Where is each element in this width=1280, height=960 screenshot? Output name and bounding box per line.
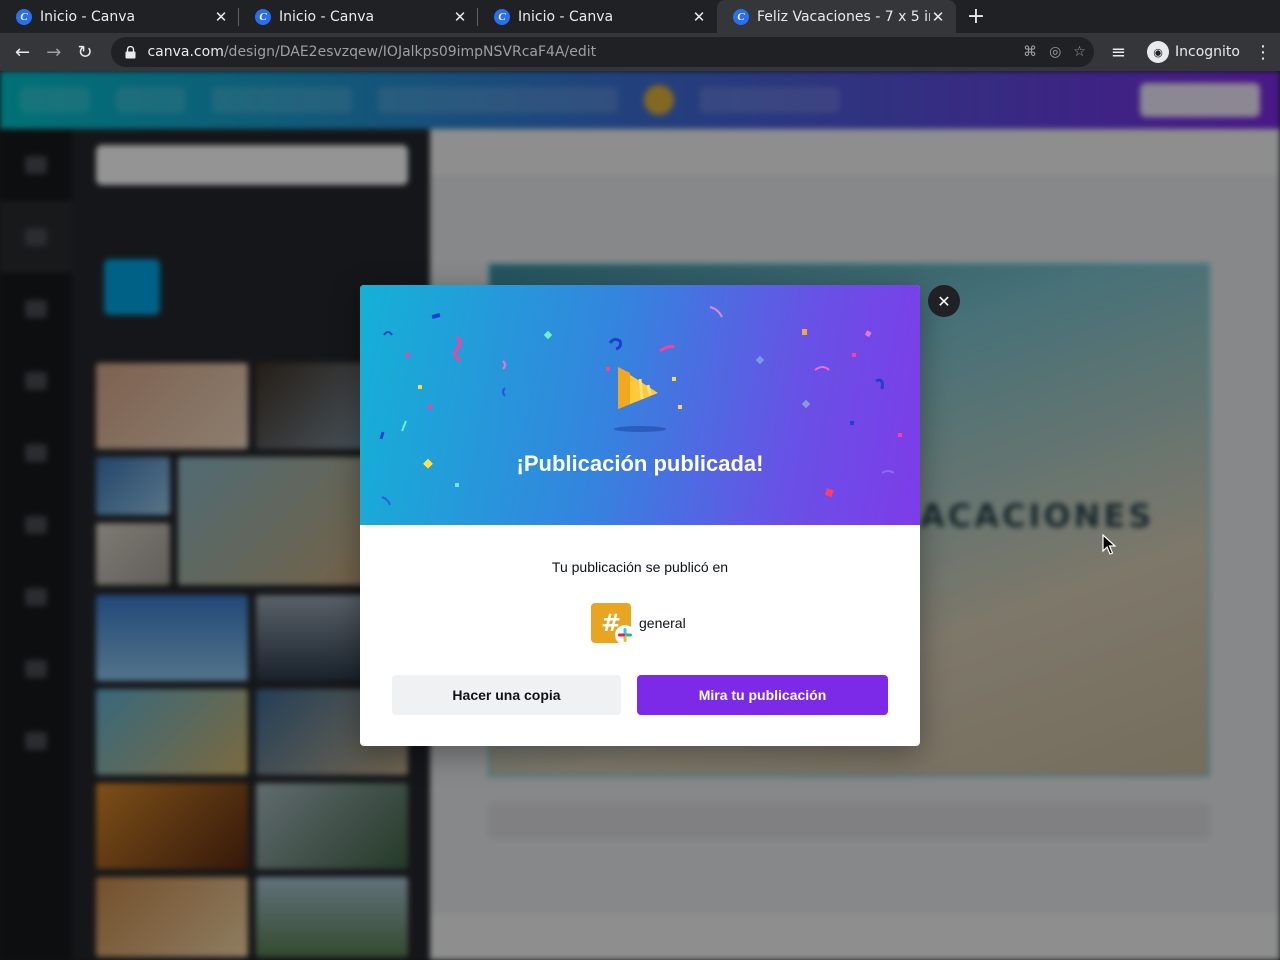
back-arrow-icon[interactable]: ← [8,37,37,67]
profile-label: Incognito [1175,44,1240,60]
tab-close-icon[interactable]: ✕ [930,8,946,26]
tab-title: Inicio - Canva [40,8,136,25]
address-bar[interactable]: canva.com/design/DAE2esvzqew/IOJalkps09i… [111,37,1094,67]
canva-favicon-icon: C [733,8,749,25]
new-tab-icon[interactable]: + [962,2,990,30]
canva-favicon-icon: C [494,8,510,25]
forward-arrow-icon[interactable]: → [39,37,68,67]
incognito-icon: ◉ [1147,41,1170,63]
browser-tab-bar: C Inicio - Canva ✕ C Inicio - Canva ✕ C … [0,0,1280,33]
browser-menu-icon[interactable]: ⋮ [1254,42,1272,63]
tab-close-icon[interactable]: ✕ [213,8,229,26]
omnibox-actions: ⌘ ◎ ☆ [1023,44,1086,60]
mouse-cursor-icon [1102,534,1116,555]
url-text: canva.com/design/DAE2esvzqew/IOJalkps09i… [147,44,1023,60]
browser-tab-active[interactable]: C Feliz Vacaciones - 7 x 5 in ✕ [717,0,956,33]
browser-tab[interactable]: C Inicio - Canva ✕ [239,0,478,33]
translate-icon[interactable]: ⌘ [1023,44,1037,60]
modal-title: ¡Publicación publicada! [516,451,764,476]
star-icon[interactable]: ☆ [1073,44,1086,60]
canva-favicon-icon: C [255,8,271,25]
make-copy-button[interactable]: Hacer una copia [392,675,621,715]
canva-favicon-icon: C [16,8,32,25]
browser-toolbar: ← → ↻ canva.com/design/DAE2esvzqew/IOJal… [0,33,1280,71]
incognito-profile[interactable]: ◉ Incognito [1147,41,1240,63]
channel-name: general [639,615,686,631]
tab-title: Inicio - Canva [518,8,614,25]
hashtag-channel-icon: # [591,603,635,645]
tab-title: Inicio - Canva [279,8,375,25]
browser-tab[interactable]: C Inicio - Canva ✕ [478,0,717,33]
url-path: /design/DAE2esvzqew/IOJalkps09impNSVRcaF… [223,44,597,60]
browser-tab[interactable]: C Inicio - Canva ✕ [0,0,239,33]
modal-hero: ¡Publicación publicada! [360,285,920,525]
lock-icon [125,45,137,59]
party-popper-icon [614,367,666,432]
view-post-button[interactable]: Mira tu publicación [637,675,888,715]
slack-icon [615,625,635,645]
tab-title: Feliz Vacaciones - 7 x 5 in [757,8,930,25]
url-host: canva.com [147,44,224,60]
eye-off-icon[interactable]: ◎ [1049,44,1061,60]
posted-in-text: Tu publicación se publicó en [551,559,729,575]
reload-icon[interactable]: ↻ [70,37,99,67]
tab-close-icon[interactable]: ✕ [452,8,468,26]
close-icon[interactable]: ✕ [928,285,960,317]
tab-close-icon[interactable]: ✕ [691,8,707,26]
channel-row: # general [591,603,686,645]
reading-list-icon[interactable]: ≡ [1104,37,1133,67]
